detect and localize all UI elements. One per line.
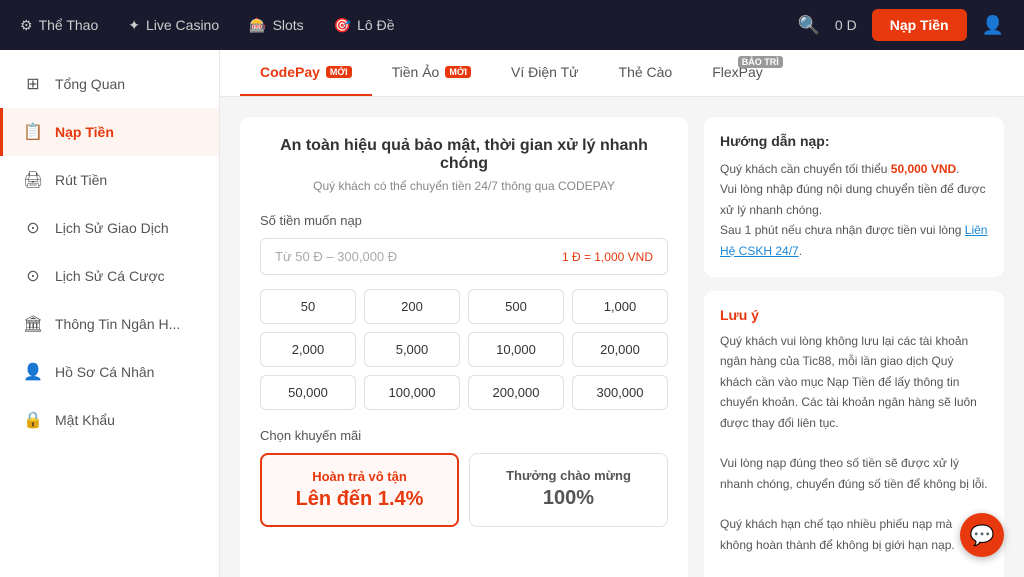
- sidebar-item-lich-su-giao-dich[interactable]: ⊙ Lịch Sử Giao Dịch: [0, 204, 219, 252]
- badge-bao-tri-flexpay: BẢO TRÌ: [738, 56, 783, 68]
- tab-label-vi-dien-tu: Ví Điện Tử: [511, 64, 578, 80]
- sidebar-label-ngan-hang: Thông Tin Ngân H...: [55, 316, 180, 332]
- tab-codepay[interactable]: CodePay MỚI: [240, 50, 372, 96]
- nav-item-lo-de[interactable]: 🎯 Lô Đề: [334, 17, 395, 34]
- sidebar: ⊞ Tổng Quan 📋 Nạp Tiền 🖨 Rút Tiền ⊙ Lịch…: [0, 50, 220, 577]
- note-title: Lưu ý: [720, 307, 988, 323]
- sidebar-label-nap-tien: Nạp Tiền: [55, 124, 114, 140]
- slots-icon: 🎰: [249, 17, 266, 34]
- amount-btn-5000[interactable]: 5,000: [364, 332, 460, 367]
- left-panel: An toàn hiệu quả bảo mật, thời gian xử l…: [240, 117, 688, 577]
- badge-new-codepay: MỚI: [326, 66, 352, 78]
- sidebar-label-tong-quan: Tổng Quan: [55, 76, 125, 92]
- promo-label: Chọn khuyến mãi: [260, 428, 668, 443]
- right-panel: Hướng dẫn nạp: Quý khách cần chuyển tối …: [704, 117, 1004, 577]
- main-layout: ⊞ Tổng Quan 📋 Nạp Tiền 🖨 Rút Tiền ⊙ Lịch…: [0, 50, 1024, 577]
- badge-new-tien-ao: MỚI: [445, 66, 471, 78]
- amount-grid: 50 200 500 1,000 2,000 5,000 10,000 20,0…: [260, 289, 668, 410]
- user-icon[interactable]: 👤: [982, 15, 1004, 36]
- amount-btn-50000[interactable]: 50,000: [260, 375, 356, 410]
- sidebar-label-lich-su-gd: Lịch Sử Giao Dịch: [55, 220, 169, 236]
- sidebar-item-ho-so-ca-nhan[interactable]: 👤 Hồ Sơ Cá Nhân: [0, 348, 219, 396]
- content-area: CodePay MỚI Tiền Ảo MỚI Ví Điện Tử Thẻ C…: [220, 50, 1024, 577]
- lich-su-cc-icon: ⊙: [23, 266, 43, 286]
- the-thao-icon: ⚙: [20, 17, 33, 34]
- promo-title-hoan-tra: Hoàn trả vô tận: [276, 469, 443, 484]
- promo-title-chao-mung: Thưởng chào mừng: [484, 468, 653, 483]
- panel-title: An toàn hiệu quả bảo mật, thời gian xử l…: [260, 137, 668, 173]
- amount-btn-50[interactable]: 50: [260, 289, 356, 324]
- sidebar-label-mat-khau: Mật Khẩu: [55, 412, 115, 428]
- tabs-bar: CodePay MỚI Tiền Ảo MỚI Ví Điện Tử Thẻ C…: [220, 50, 1024, 97]
- sidebar-label-rut-tien: Rút Tiền: [55, 172, 107, 188]
- guide-highlight-amount: 50,000 VND: [891, 162, 956, 176]
- amount-btn-2000[interactable]: 2,000: [260, 332, 356, 367]
- promo-section: Chọn khuyến mãi Hoàn trả vô tận Lên đến …: [260, 428, 668, 527]
- sidebar-item-rut-tien[interactable]: 🖨 Rút Tiền: [0, 156, 219, 204]
- guide-text: Quý khách cần chuyển tối thiểu 50,000 VN…: [720, 159, 988, 261]
- amount-rate: 1 Đ = 1,000 VND: [562, 250, 653, 264]
- promo-value-hoan-tra: Lên đến 1.4%: [276, 488, 443, 511]
- mat-khau-icon: 🔒: [23, 410, 43, 430]
- sidebar-item-lich-su-ca-cuoc[interactable]: ⊙ Lịch Sử Cá Cược: [0, 252, 219, 300]
- promo-grid: Hoàn trả vô tận Lên đến 1.4% Thưởng chào…: [260, 453, 668, 527]
- tab-tien-ao[interactable]: Tiền Ảo MỚI: [372, 50, 491, 96]
- search-icon[interactable]: 🔍: [797, 15, 819, 36]
- nav-label-lo-de: Lô Đề: [357, 17, 394, 33]
- sidebar-item-mat-khau[interactable]: 🔒 Mật Khẩu: [0, 396, 219, 444]
- header: ⚙ Thể Thao ✦ Live Casino 🎰 Slots 🎯 Lô Đề…: [0, 0, 1024, 50]
- tong-quan-icon: ⊞: [23, 74, 43, 94]
- amount-placeholder: Từ 50 Đ – 300,000 Đ: [275, 249, 397, 264]
- guide-link-cskh[interactable]: Liên Hệ CSKH 24/7: [720, 223, 987, 257]
- promo-value-chao-mung: 100%: [484, 487, 653, 510]
- nav-item-the-thao[interactable]: ⚙ Thể Thao: [20, 17, 98, 34]
- lich-su-gd-icon: ⊙: [23, 218, 43, 238]
- promo-card-hoan-tra[interactable]: Hoàn trả vô tận Lên đến 1.4%: [260, 453, 459, 527]
- amount-btn-20000[interactable]: 20,000: [572, 332, 668, 367]
- amount-btn-500[interactable]: 500: [468, 289, 564, 324]
- chat-icon: 💬: [970, 523, 995, 548]
- tab-vi-dien-tu[interactable]: Ví Điện Tử: [491, 50, 598, 96]
- sidebar-item-nap-tien[interactable]: 📋 Nạp Tiền: [0, 108, 219, 156]
- balance-display: 0 D: [835, 17, 857, 33]
- amount-input-wrapper[interactable]: Từ 50 Đ – 300,000 Đ 1 Đ = 1,000 VND: [260, 238, 668, 275]
- amount-btn-1000[interactable]: 1,000: [572, 289, 668, 324]
- amount-btn-200000[interactable]: 200,000: [468, 375, 564, 410]
- guide-title: Hướng dẫn nạp:: [720, 133, 988, 149]
- tab-label-codepay: CodePay: [260, 64, 320, 80]
- tab-the-cao[interactable]: Thẻ Cào: [599, 50, 693, 96]
- live-casino-icon: ✦: [128, 17, 140, 34]
- ngan-hang-icon: 🏛: [23, 314, 43, 334]
- nav-item-live-casino[interactable]: ✦ Live Casino: [128, 17, 219, 34]
- guide-box: Hướng dẫn nạp: Quý khách cần chuyển tối …: [704, 117, 1004, 277]
- amount-btn-10000[interactable]: 10,000: [468, 332, 564, 367]
- nav-item-slots[interactable]: 🎰 Slots: [249, 17, 304, 34]
- rut-tien-icon: 🖨: [23, 170, 43, 190]
- note-box: Lưu ý Quý khách vui lòng không lưu lại c…: [704, 291, 1004, 577]
- note-text: Quý khách vui lòng không lưu lại các tài…: [720, 331, 988, 577]
- nav-label-the-thao: Thể Thao: [39, 17, 99, 33]
- nav-label-slots: Slots: [273, 17, 304, 33]
- nap-tien-icon: 📋: [23, 122, 43, 142]
- nap-tien-button[interactable]: Nạp Tiền: [872, 9, 967, 41]
- amount-label: Số tiền muốn nạp: [260, 213, 668, 228]
- main-area: An toàn hiệu quả bảo mật, thời gian xử l…: [220, 97, 1024, 577]
- promo-card-chao-mung[interactable]: Thưởng chào mừng 100%: [469, 453, 668, 527]
- amount-btn-100000[interactable]: 100,000: [364, 375, 460, 410]
- lo-de-icon: 🎯: [334, 17, 351, 34]
- sidebar-label-lich-su-cc: Lịch Sử Cá Cược: [55, 268, 165, 284]
- ho-so-icon: 👤: [23, 362, 43, 382]
- header-right: 🔍 0 D Nạp Tiền 👤: [797, 9, 1004, 41]
- sidebar-item-tong-quan[interactable]: ⊞ Tổng Quan: [0, 60, 219, 108]
- tab-label-tien-ao: Tiền Ảo: [392, 64, 440, 80]
- tab-label-the-cao: Thẻ Cào: [619, 64, 673, 80]
- amount-btn-200[interactable]: 200: [364, 289, 460, 324]
- amount-btn-300000[interactable]: 300,000: [572, 375, 668, 410]
- tab-flexpay[interactable]: FlexPay BẢO TRÌ: [692, 50, 783, 96]
- chat-button[interactable]: 💬: [960, 513, 1004, 557]
- nav-label-live-casino: Live Casino: [146, 17, 219, 33]
- sidebar-label-ho-so: Hồ Sơ Cá Nhân: [55, 364, 154, 380]
- panel-subtitle: Quý khách có thể chuyển tiền 24/7 thông …: [260, 179, 668, 193]
- sidebar-item-thong-tin-ngan-hang[interactable]: 🏛 Thông Tin Ngân H...: [0, 300, 219, 348]
